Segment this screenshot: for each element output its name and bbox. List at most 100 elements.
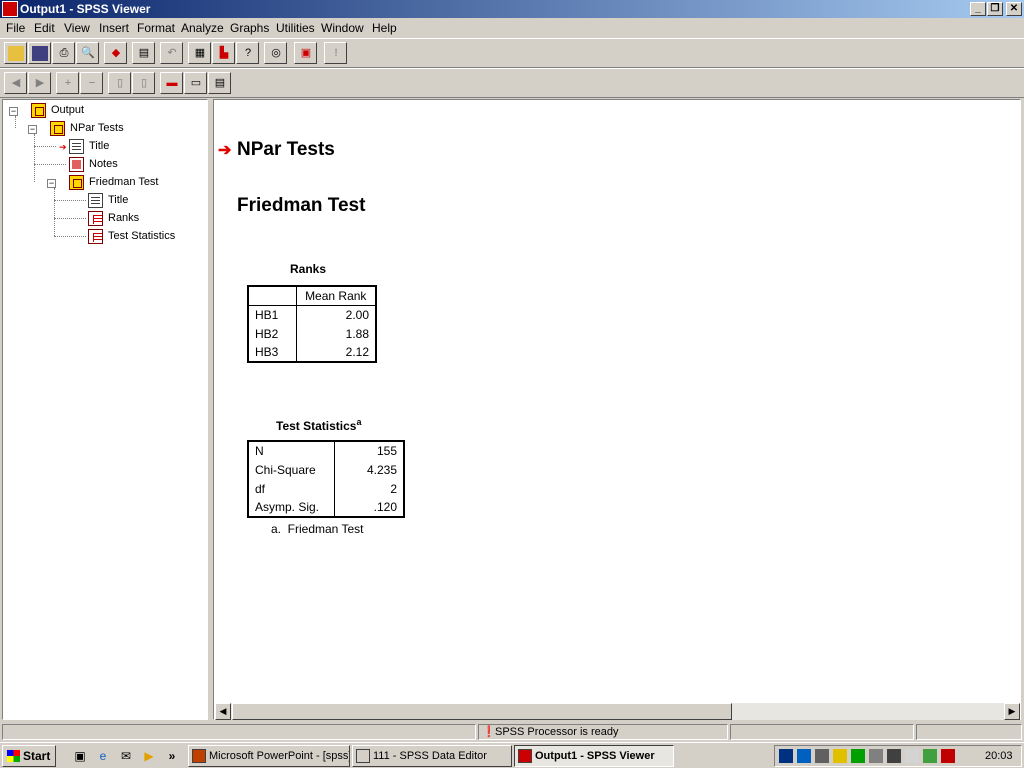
- goto-data-button[interactable]: ▦: [188, 42, 211, 64]
- menu-insert[interactable]: Insert: [99, 21, 129, 35]
- menu-window[interactable]: Window: [321, 21, 364, 35]
- outline-pane[interactable]: − − − Output NPar Tests ➔ Title Notes Fr…: [2, 99, 208, 720]
- spss-data-editor-icon: [356, 749, 370, 763]
- output-subheading[interactable]: Friedman Test: [237, 195, 365, 217]
- more-quicklaunch-icon[interactable]: »: [163, 747, 181, 765]
- scrollbar-thumb[interactable]: [232, 703, 732, 720]
- tray-app-icon[interactable]: [887, 749, 901, 763]
- task-data-editor[interactable]: 111 - SPSS Data Editor: [352, 745, 512, 767]
- notes-icon: [69, 157, 84, 172]
- task-spss-viewer[interactable]: Output1 - SPSS Viewer: [514, 745, 674, 767]
- table-icon: [88, 229, 103, 244]
- designate-window-button[interactable]: !: [324, 42, 347, 64]
- start-button[interactable]: Start: [2, 745, 56, 767]
- status-panel-3: [730, 724, 914, 740]
- menu-edit[interactable]: Edit: [34, 21, 55, 35]
- menu-help[interactable]: Help: [372, 21, 397, 35]
- tray-app-icon[interactable]: [833, 749, 847, 763]
- insert-heading-button[interactable]: ▬: [160, 72, 183, 94]
- test-statistics-table[interactable]: N 155 Chi-Square 4.235 df 2 Asymp. Sig. …: [247, 440, 405, 518]
- menu-utilities[interactable]: Utilities: [276, 21, 315, 35]
- internet-explorer-icon[interactable]: e: [94, 747, 112, 765]
- tray-app-icon[interactable]: [815, 749, 829, 763]
- tray-app-icon[interactable]: [797, 749, 811, 763]
- undo-icon: ↶: [167, 47, 177, 59]
- close-button[interactable]: ✕: [1006, 2, 1022, 16]
- restore-button[interactable]: ❐: [987, 2, 1003, 16]
- data-grid-icon: ▦: [194, 47, 206, 59]
- scroll-right-button[interactable]: ▶: [1004, 703, 1020, 720]
- demote-button[interactable]: ▶: [28, 72, 51, 94]
- variables-icon: ?: [244, 47, 252, 59]
- output-heading[interactable]: NPar Tests: [237, 139, 335, 161]
- exclamation-icon: !: [334, 47, 338, 59]
- insert-heading-icon: ▬: [166, 77, 178, 89]
- goto-chart-button[interactable]: ▙: [212, 42, 235, 64]
- outlook-express-icon[interactable]: ✉: [117, 747, 135, 765]
- tree-line: [34, 146, 56, 147]
- spss-viewer-icon: [518, 749, 532, 763]
- tree-item-label: Friedman Test: [89, 176, 159, 188]
- tree-line: [54, 200, 86, 201]
- promote-button[interactable]: ◀: [4, 72, 27, 94]
- task-powerpoint[interactable]: Microsoft PowerPoint - [spss]: [188, 745, 350, 767]
- media-player-icon[interactable]: ▶: [140, 747, 158, 765]
- collapse-friedman-toggle[interactable]: −: [47, 179, 56, 188]
- show-button[interactable]: ▯: [108, 72, 131, 94]
- insert-title-button[interactable]: ▭: [184, 72, 207, 94]
- tray-app-icon[interactable]: [869, 749, 883, 763]
- menu-format[interactable]: Format: [137, 21, 175, 35]
- status-bar: ❗ SPSS Processor is ready: [0, 722, 1024, 742]
- table-icon: [88, 211, 103, 226]
- horizontal-scrollbar[interactable]: ◀ ▶: [215, 703, 1020, 720]
- export-button[interactable]: ◆: [104, 42, 127, 64]
- clock[interactable]: 20:03: [985, 750, 1013, 762]
- save-button[interactable]: [28, 42, 51, 64]
- tray-app-icon[interactable]: [905, 749, 919, 763]
- open-button[interactable]: [4, 42, 27, 64]
- scroll-left-button[interactable]: ◀: [215, 703, 231, 720]
- plus-icon: +: [64, 77, 72, 89]
- ranks-table[interactable]: Mean Rank HB1 2.00 HB2 1.88 HB3 2.12: [247, 285, 377, 363]
- collapse-output-toggle[interactable]: −: [9, 107, 18, 116]
- menu-analyze[interactable]: Analyze: [181, 21, 224, 35]
- spss-app-icon[interactable]: [2, 1, 18, 17]
- row-label: N: [248, 441, 335, 460]
- tray-app-icon[interactable]: [851, 749, 865, 763]
- undo-button[interactable]: ↶: [160, 42, 183, 64]
- tray-app-icon[interactable]: [779, 749, 793, 763]
- collapse-button[interactable]: −: [80, 72, 103, 94]
- collapse-npar-toggle[interactable]: −: [28, 125, 37, 134]
- tree-line: [34, 134, 35, 182]
- show-desktop-icon[interactable]: ▣: [71, 747, 89, 765]
- menu-view[interactable]: View: [64, 21, 90, 35]
- hide-button[interactable]: ▯: [132, 72, 155, 94]
- expand-button[interactable]: +: [56, 72, 79, 94]
- print-button[interactable]: ⎙: [52, 42, 75, 64]
- statistic-value: 155: [376, 444, 397, 458]
- tray-app-icon[interactable]: [923, 749, 937, 763]
- select-last-output-button[interactable]: ▣: [294, 42, 317, 64]
- tray-app-icon[interactable]: [941, 749, 955, 763]
- menu-graphs[interactable]: Graphs: [230, 21, 269, 35]
- insert-text-button[interactable]: ▤: [208, 72, 231, 94]
- status-panel-empty: [2, 724, 476, 740]
- preview-icon: 🔍: [81, 47, 95, 59]
- print-preview-button[interactable]: 🔍: [76, 42, 99, 64]
- printer-icon: ⎙: [59, 47, 69, 59]
- statistic-value: 4.235: [366, 462, 397, 477]
- use-sets-button[interactable]: ◎: [264, 42, 287, 64]
- current-position-arrow-icon: ➔: [218, 142, 232, 159]
- windows-logo-icon: [7, 750, 20, 762]
- output-content-pane[interactable]: ➔ NPar Tests Friedman Test Ranks Mean Ra…: [213, 99, 1021, 720]
- recall-dialog-button[interactable]: ▤: [132, 42, 155, 64]
- menu-file[interactable]: File: [6, 21, 25, 35]
- footnote-marker: a: [356, 417, 362, 427]
- powerpoint-icon: [192, 749, 206, 763]
- variables-button[interactable]: ?: [236, 42, 259, 64]
- export-icon: ◆: [111, 47, 121, 59]
- minimize-button[interactable]: _: [970, 2, 986, 16]
- tree-item-label: Title: [108, 194, 129, 206]
- tree-item-label: Output: [51, 104, 85, 116]
- menu-bar: File Edit View Insert Format Analyze Gra…: [0, 18, 1024, 38]
